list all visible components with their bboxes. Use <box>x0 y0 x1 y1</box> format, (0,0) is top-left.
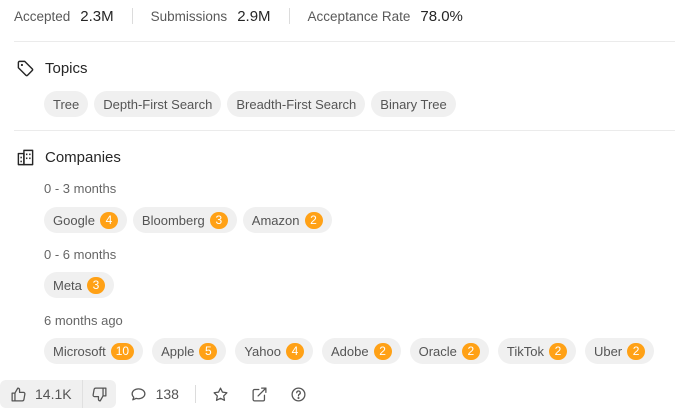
topic-tag[interactable]: Binary Tree <box>371 91 456 117</box>
acceptance-rate-value: 78.0% <box>420 7 463 25</box>
period-label: 0 - 3 months <box>44 181 117 196</box>
company-name: Google <box>53 212 95 228</box>
favorite-button[interactable] <box>212 386 229 403</box>
acceptance-rate-label: Acceptance Rate <box>307 8 411 24</box>
company-tag[interactable]: Uber 2 <box>584 338 655 364</box>
company-name: Meta <box>53 277 82 293</box>
thumbs-down-icon <box>92 386 107 402</box>
thumbs-up-icon <box>11 386 26 402</box>
count-badge: 3 <box>209 211 228 229</box>
acceptance-rate-stat: Acceptance Rate 78.0% <box>308 8 463 25</box>
company-tag[interactable]: Microsoft 10 <box>44 338 144 364</box>
count-badge: 4 <box>285 342 304 360</box>
section-divider <box>14 41 675 42</box>
count-badge: 3 <box>86 276 105 294</box>
like-button[interactable]: 14.1K <box>0 380 82 408</box>
company-name: Bloomberg <box>141 212 205 228</box>
tag-icon <box>17 60 34 77</box>
star-icon <box>213 386 228 401</box>
count-badge: 2 <box>548 342 567 360</box>
company-tag[interactable]: Apple 5 <box>152 338 227 364</box>
external-link-icon <box>252 386 267 402</box>
stat-divider <box>288 8 290 24</box>
count-badge: 2 <box>461 342 480 360</box>
count-badge: 5 <box>199 342 218 360</box>
company-name: Oracle <box>418 343 457 359</box>
stat-divider <box>131 8 133 24</box>
count-badge: 10 <box>110 342 135 360</box>
companies-header[interactable]: Companies <box>16 148 121 167</box>
period-label: 0 - 6 months <box>44 247 117 262</box>
company-name: Yahoo <box>244 343 281 359</box>
accepted-label: Accepted <box>14 8 71 24</box>
company-tag[interactable]: Google 4 <box>44 207 127 233</box>
company-tag[interactable]: Bloomberg 3 <box>132 207 237 233</box>
topic-tag[interactable]: Tree <box>44 91 89 117</box>
count-badge: 2 <box>304 211 323 229</box>
company-name: Apple <box>161 343 195 359</box>
company-tags: Google 4 Bloomberg 3 Amazon 2 <box>44 207 332 233</box>
company-name: TikTok <box>506 343 544 359</box>
share-button[interactable] <box>251 386 268 403</box>
company-name: Microsoft <box>53 343 106 359</box>
building-icon <box>17 149 34 166</box>
accepted-stat: Accepted 2.3M <box>14 8 114 25</box>
company-name: Uber <box>593 343 623 359</box>
topic-tag[interactable]: Breadth-First Search <box>227 91 366 117</box>
companies-title: Companies <box>45 149 121 166</box>
section-divider <box>14 130 675 131</box>
company-tag[interactable]: TikTok 2 <box>497 338 576 364</box>
company-tag[interactable]: Oracle 2 <box>409 338 489 364</box>
company-tag[interactable]: Adobe 2 <box>321 338 401 364</box>
period-label: 6 months ago <box>44 313 123 328</box>
count-badge: 2 <box>373 342 392 360</box>
topics-header[interactable]: Topics <box>16 59 88 78</box>
comment-icon <box>131 387 146 400</box>
dislike-button[interactable] <box>81 380 116 408</box>
like-count: 14.1K <box>35 386 72 402</box>
company-tag[interactable]: Amazon 2 <box>242 207 332 233</box>
company-tags: Microsoft 10 Apple 5 Yahoo 4 Adobe 2 Oracle 2… <box>44 338 655 364</box>
company-name: Adobe <box>330 343 369 359</box>
submissions-value: 2.9M <box>237 7 271 25</box>
comment-count: 138 <box>155 386 179 402</box>
action-bar: 14.1K 138 <box>0 380 307 408</box>
comments-button[interactable]: 138 <box>130 386 179 403</box>
question-icon <box>291 386 306 402</box>
submissions-stat: Submissions 2.9M <box>151 8 271 25</box>
submissions-label: Submissions <box>150 8 228 24</box>
stats-row: Accepted 2.3M Submissions 2.9M Acceptanc… <box>14 0 463 32</box>
company-name: Amazon <box>251 212 300 228</box>
count-badge: 2 <box>627 342 646 360</box>
accepted-value: 2.3M <box>80 7 114 25</box>
topic-tags: Tree Depth-First Search Breadth-First Se… <box>44 91 456 117</box>
topic-tag[interactable]: Depth-First Search <box>94 91 222 117</box>
footer-divider <box>194 385 196 403</box>
help-button[interactable] <box>290 386 307 403</box>
company-tag[interactable]: Meta 3 <box>44 272 114 298</box>
company-tags: Meta 3 <box>44 272 114 298</box>
company-tag[interactable]: Yahoo 4 <box>235 338 313 364</box>
vote-group: 14.1K <box>0 380 116 408</box>
topics-title: Topics <box>45 60 88 77</box>
count-badge: 4 <box>99 211 118 229</box>
